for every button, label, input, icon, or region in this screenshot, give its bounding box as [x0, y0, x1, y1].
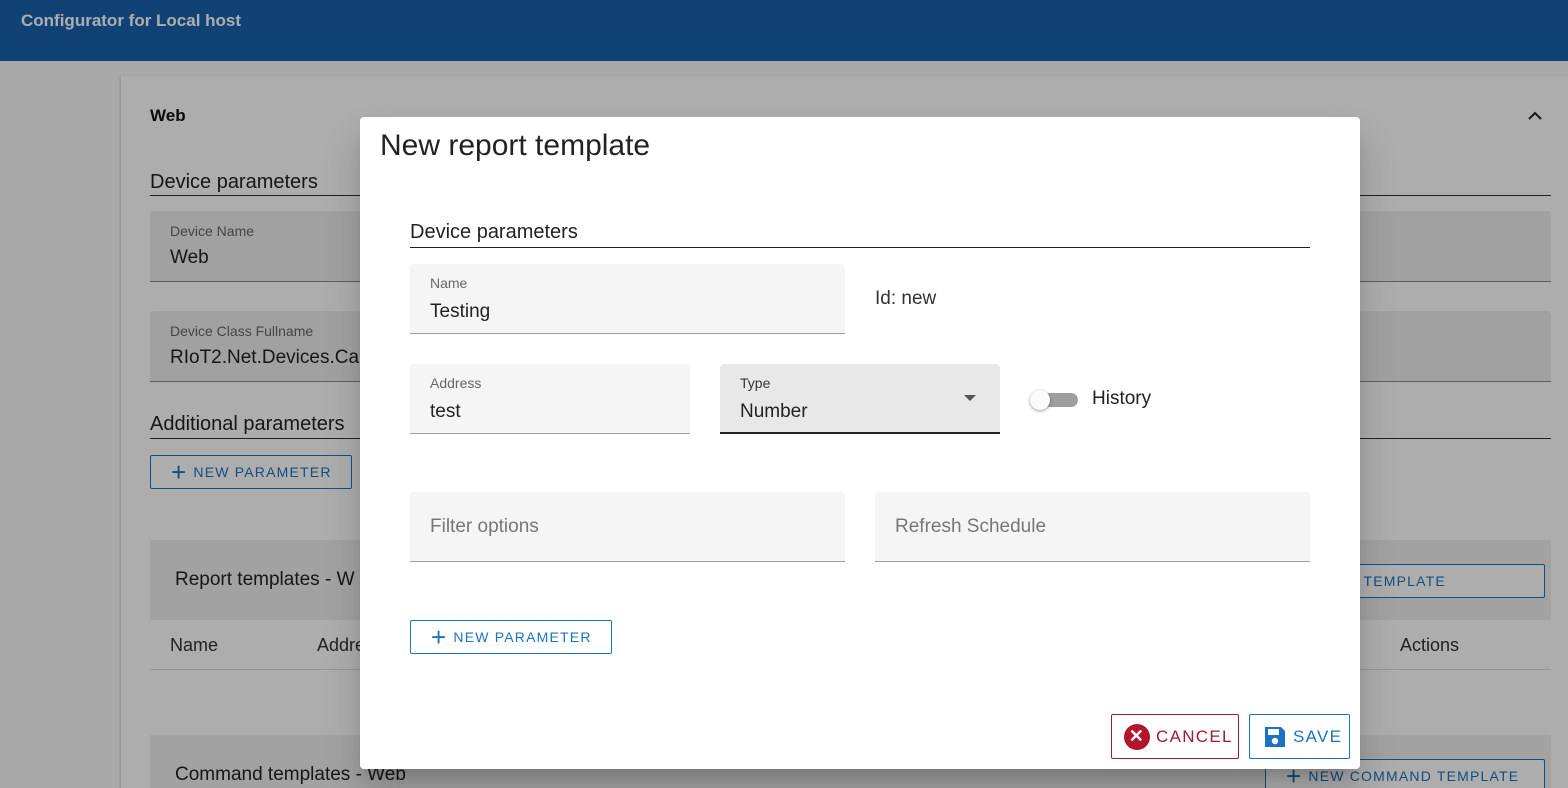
field-label: Name	[430, 275, 468, 291]
field-label: Type	[740, 375, 771, 391]
device-parameters-heading: Device parameters	[410, 221, 578, 243]
save-button[interactable]: SAVE	[1249, 714, 1350, 759]
button-label: NEW PARAMETER	[453, 629, 592, 645]
name-field[interactable]: Name Testing	[410, 264, 845, 334]
refresh-schedule-field[interactable]: Refresh Schedule	[875, 492, 1310, 562]
chevron-down-icon	[964, 395, 976, 401]
field-value: Number	[740, 401, 808, 422]
dialog-title: New report template	[380, 129, 651, 162]
template-id: Id: new	[875, 288, 937, 309]
address-field[interactable]: Address test	[410, 364, 690, 434]
button-label: SAVE	[1293, 726, 1343, 746]
new-report-template-dialog: New report template Device parameters Na…	[360, 117, 1360, 769]
history-label: History	[1092, 388, 1152, 409]
field-label: Address	[430, 375, 482, 391]
toggle-thumb	[1030, 390, 1050, 410]
new-parameter-button[interactable]: + NEW PARAMETER	[410, 620, 612, 654]
field-value: test	[430, 401, 461, 422]
plus-icon: +	[431, 622, 448, 652]
divider	[410, 247, 1310, 248]
cancel-button[interactable]: ✕ CANCEL	[1111, 714, 1239, 759]
cancel-circle-icon: ✕	[1124, 723, 1150, 750]
filter-options-field[interactable]: Filter options	[410, 492, 845, 562]
field-value: Testing	[430, 301, 491, 322]
save-floppy-icon	[1265, 726, 1285, 747]
history-toggle[interactable]	[1030, 390, 1078, 410]
field-placeholder: Filter options	[430, 516, 539, 537]
button-label: CANCEL	[1156, 726, 1233, 746]
field-placeholder: Refresh Schedule	[895, 516, 1047, 537]
type-select[interactable]: Type Number	[720, 364, 1000, 434]
